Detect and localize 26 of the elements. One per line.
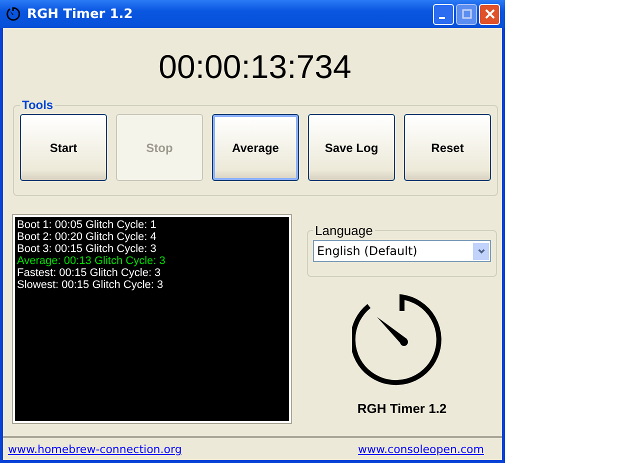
- group-title: Language: [314, 223, 374, 238]
- log-line: Boot 1: 00:05 Glitch Cycle: 1: [17, 219, 158, 231]
- window-title: RGH Timer 1.2: [27, 6, 133, 22]
- log-line: Boot 3: 00:15 Glitch Cycle: 3: [17, 243, 158, 255]
- minimize-button[interactable]: [433, 4, 454, 24]
- log-line: Average: 00:13 Glitch Cycle: 3: [17, 255, 166, 267]
- log-line: Slowest: 00:15 Glitch Cycle: 3: [17, 279, 164, 291]
- maximize-icon: [462, 9, 472, 19]
- log-line: Fastest: 00:15 Glitch Cycle: 3: [17, 267, 162, 279]
- tool-button[interactable]: Average: [212, 114, 299, 181]
- language-dropdown[interactable]: English (Default): [313, 240, 491, 262]
- logo-caption: RGH Timer 1.2: [357, 401, 447, 416]
- tool-button[interactable]: Reset: [404, 114, 491, 181]
- website-link[interactable]: www.homebrew-connection.org: [8, 442, 182, 456]
- maximize-button[interactable]: [456, 4, 477, 24]
- website-link[interactable]: www.consoleopen.com: [358, 442, 484, 456]
- log-line: Boot 2: 00:20 Glitch Cycle: 4: [17, 231, 158, 243]
- close-icon: [484, 9, 494, 19]
- minimize-icon: [439, 17, 445, 19]
- tool-button[interactable]: Save Log: [308, 114, 395, 181]
- group-title: Tools: [21, 98, 54, 112]
- timer-display: 00:00:13:734: [158, 48, 352, 86]
- stopwatch-icon: [5, 6, 21, 22]
- tool-button[interactable]: Start: [20, 114, 107, 181]
- close-button[interactable]: [479, 4, 500, 24]
- chevron-down-icon: [476, 246, 486, 256]
